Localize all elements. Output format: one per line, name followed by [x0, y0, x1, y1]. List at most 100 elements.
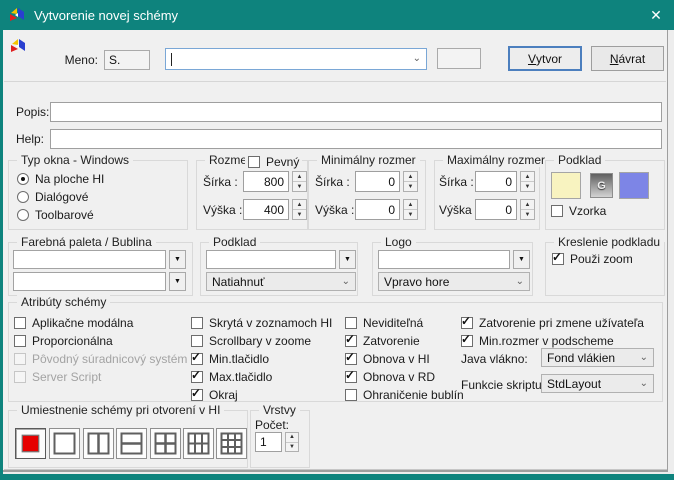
spin-up-icon[interactable]: ▲ — [286, 433, 298, 443]
placement-maximized-button[interactable] — [15, 428, 46, 459]
checkbox-min-rozmer-v-podscheme[interactable]: ✓ Min.rozmer v podscheme — [461, 333, 614, 348]
placement-grid-3x2-button[interactable] — [183, 428, 214, 459]
spin-up-icon[interactable]: ▲ — [404, 200, 417, 210]
checkbox-proporcionalna[interactable]: ✓ Proporcionálna — [14, 333, 113, 348]
max-width-field[interactable] — [475, 171, 517, 192]
spin-down-icon[interactable]: ▼ — [404, 210, 417, 219]
checkbox-vzorka[interactable]: ✓ Vzorka — [551, 203, 606, 218]
spin-down-icon[interactable]: ▼ — [521, 210, 534, 219]
checkbox-box: ✓ — [461, 335, 473, 347]
java-thread-select[interactable]: Fond vlákien ⌄ — [541, 348, 654, 367]
radio-dialogove[interactable]: Dialógové — [17, 189, 88, 204]
layer-count-field[interactable] — [255, 432, 282, 452]
checkbox-scrollbary-v-zoome[interactable]: ✓ Scrollbary v zoome — [191, 333, 311, 348]
spin-down-icon[interactable]: ▼ — [293, 182, 306, 191]
bubble-dropdown-icon[interactable]: ▼ — [169, 272, 186, 291]
min-height-spinner[interactable]: ▲ ▼ — [403, 199, 418, 220]
checkbox-min-tlacidlo[interactable]: ✓ Min.tlačidlo — [191, 351, 269, 366]
checkbox-neviditelna[interactable]: ✓ Neviditeľná — [345, 315, 423, 330]
spin-up-icon[interactable]: ▲ — [404, 172, 417, 182]
java-thread-label: Java vlákno: — [461, 352, 528, 366]
min-sirka-label: Šírka : — [315, 175, 350, 189]
checkbox-max-tlacidlo[interactable]: ✓ Max.tlačidlo — [191, 369, 272, 384]
bubble-combobox[interactable] — [13, 272, 166, 291]
checkbox-box: ✓ — [552, 253, 564, 265]
spin-down-icon[interactable]: ▼ — [404, 182, 417, 191]
background-combobox[interactable] — [206, 250, 336, 269]
help-field[interactable] — [50, 129, 662, 149]
width-field[interactable] — [243, 171, 289, 192]
height-field[interactable] — [243, 199, 289, 220]
logo-combobox[interactable] — [378, 250, 510, 269]
spin-down-icon[interactable]: ▼ — [521, 182, 534, 191]
placement-single-icon — [53, 432, 76, 455]
help-label: Help: — [16, 132, 44, 146]
radio-toolbarove[interactable]: Toolbarové — [17, 207, 94, 222]
checkbox-skryta-v-zoznamoch[interactable]: ✓ Skrytá v zoznamoch HI — [191, 315, 332, 330]
chevron-down-icon[interactable]: ⌄ — [413, 54, 421, 64]
placement-single-button[interactable] — [49, 428, 80, 459]
height-spinner[interactable]: ▲ ▼ — [292, 199, 307, 220]
palette-dropdown-icon[interactable]: ▼ — [169, 250, 186, 269]
checkbox-pouzi-zoom[interactable]: ✓ Použi zoom — [552, 251, 633, 266]
logo-position-select[interactable]: Vpravo hore ⌄ — [378, 272, 530, 291]
spin-up-icon[interactable]: ▲ — [293, 200, 306, 210]
popis-label: Popis: — [16, 105, 49, 119]
checkbox-pevny[interactable]: ✓ Pevný — [245, 154, 302, 169]
min-width-spinner[interactable]: ▲ ▼ — [403, 171, 418, 192]
group-title: Vrstvy — [259, 403, 300, 417]
palette-combobox[interactable] — [13, 250, 166, 269]
create-schema-window: Vytvorenie novej schémy ✕ Meno: ⌄ Vytvor… — [0, 0, 674, 480]
chevron-down-icon: ⌄ — [342, 277, 350, 287]
spin-down-icon[interactable]: ▼ — [293, 210, 306, 219]
close-icon[interactable]: ✕ — [638, 0, 674, 30]
placement-maximized-icon — [21, 432, 40, 455]
group-title: Logo — [381, 235, 416, 249]
background-color-swatch[interactable] — [551, 172, 581, 199]
spin-up-icon[interactable]: ▲ — [521, 172, 534, 182]
background-dropdown-icon[interactable]: ▼ — [339, 250, 356, 269]
gradient-button[interactable]: G — [590, 173, 613, 198]
group-window-type: Typ okna - Windows Na ploche HI Dialógov… — [8, 160, 188, 230]
spin-down-icon[interactable]: ▼ — [286, 443, 298, 452]
logo-dropdown-icon[interactable]: ▼ — [513, 250, 530, 269]
max-width-spinner[interactable]: ▲ ▼ — [520, 171, 535, 192]
aux-field[interactable] — [437, 48, 481, 69]
min-vyska-label: Výška : — [315, 203, 354, 217]
spin-up-icon[interactable]: ▲ — [521, 200, 534, 210]
layer-count-spinner[interactable]: ▲ ▼ — [285, 432, 299, 452]
spin-up-icon[interactable]: ▲ — [293, 172, 306, 182]
placement-horizontal-split-button[interactable] — [116, 428, 147, 459]
background-mode-select[interactable]: Natiahnuť ⌄ — [206, 272, 356, 291]
checkbox-obnova-v-hi[interactable]: ✓ Obnova v HI — [345, 351, 430, 366]
placement-grid-3x3-button[interactable] — [216, 428, 247, 459]
meno-prefix-field[interactable] — [104, 50, 150, 70]
min-height-field[interactable] — [355, 199, 400, 220]
radio-na-ploche-hi[interactable]: Na ploche HI — [17, 171, 104, 186]
checkbox-zatvorenie-pri-zmene[interactable]: ✓ Zatvorenie pri zmene užívateľa — [461, 315, 644, 330]
script-functions-select[interactable]: StdLayout ⌄ — [541, 374, 654, 393]
checkbox-ohranicenie-bublin[interactable]: ✓ Ohraničenie bublín — [345, 387, 464, 402]
placement-grid-3x2-icon — [187, 432, 210, 455]
schema-name-combobox[interactable]: ⌄ — [165, 48, 427, 70]
checkbox-box: ✓ — [345, 353, 357, 365]
radio-circle — [17, 191, 29, 203]
max-height-field[interactable] — [475, 199, 517, 220]
width-spinner[interactable]: ▲ ▼ — [292, 171, 307, 192]
min-width-field[interactable] — [355, 171, 400, 192]
checkbox-box: ✓ — [191, 335, 203, 347]
placement-vertical-split-button[interactable] — [83, 428, 114, 459]
return-button[interactable]: Návrat — [591, 46, 664, 71]
checkbox-server-script: ✓ Server Script — [14, 369, 101, 384]
checkbox-okraj[interactable]: ✓ Okraj — [191, 387, 238, 402]
checkbox-aplikacne-modalna[interactable]: ✓ Aplikačne modálna — [14, 315, 133, 330]
schema-icon — [10, 38, 26, 54]
checkbox-obnova-v-rd[interactable]: ✓ Obnova v RD — [345, 369, 435, 384]
max-height-spinner[interactable]: ▲ ▼ — [520, 199, 535, 220]
secondary-color-swatch[interactable] — [619, 172, 649, 199]
create-button[interactable]: Vytvor — [508, 46, 582, 71]
sirka-label: Šírka : — [203, 175, 238, 189]
placement-grid-2x2-button[interactable] — [150, 428, 181, 459]
checkbox-zatvorenie[interactable]: ✓ Zatvorenie — [345, 333, 420, 348]
popis-field[interactable] — [50, 102, 662, 122]
